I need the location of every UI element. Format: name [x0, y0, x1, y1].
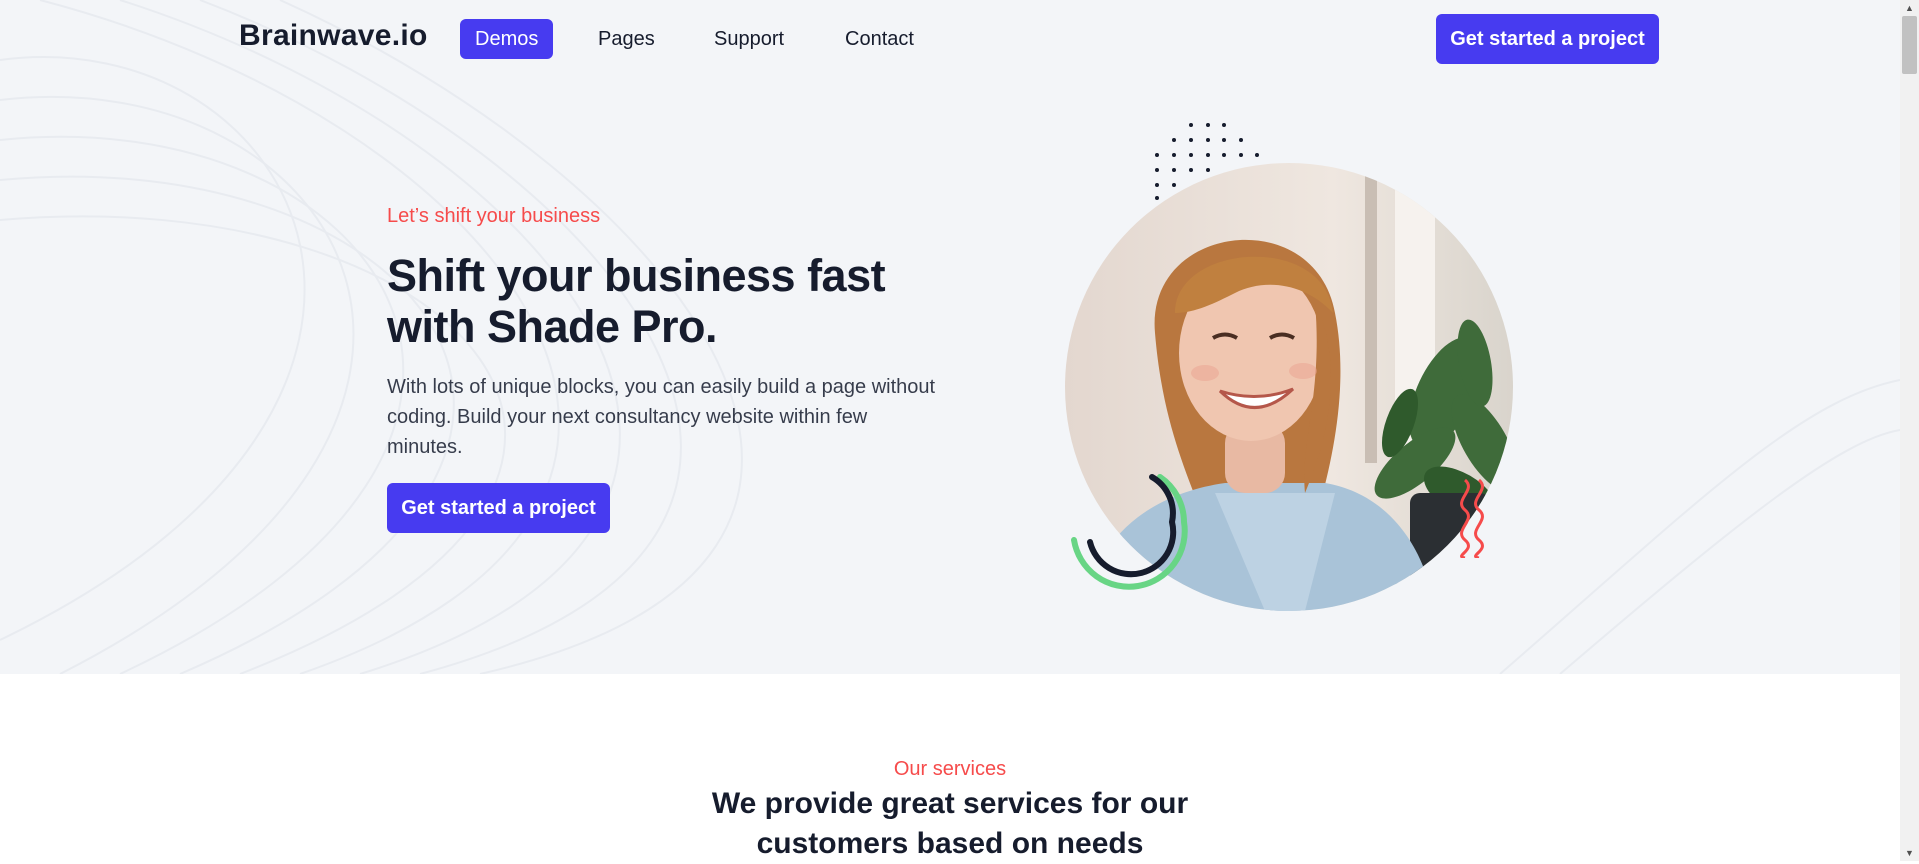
hero-description: With lots of unique blocks, you can easi… — [387, 376, 936, 458]
nav-item-support[interactable]: Support — [699, 19, 799, 59]
hero-get-started-button[interactable]: Get started a project — [387, 483, 610, 533]
vertical-scrollbar[interactable]: ▲ ▼ — [1900, 0, 1919, 861]
nav-item-contact[interactable]: Contact — [830, 19, 929, 59]
services-title-line-1: We provide great services for our — [711, 787, 1189, 820]
brand-logo[interactable]: Brainwave.io — [239, 19, 428, 53]
hero-section: Brainwave.io Demos Pages Support Contact… — [0, 0, 1900, 674]
hero-title: Shift your business fast with Shade Pro. — [387, 250, 886, 352]
scroll-down-arrow-icon[interactable]: ▼ — [1900, 845, 1919, 861]
services-title: We provide great services for our custom… — [0, 784, 1900, 864]
nav-item-demos[interactable]: Demos — [460, 19, 554, 59]
nav-item-pages[interactable]: Pages — [583, 19, 670, 59]
nav-get-started-button[interactable]: Get started a project — [1436, 14, 1659, 64]
scrollbar-thumb[interactable] — [1902, 16, 1917, 74]
scroll-up-arrow-icon[interactable]: ▲ — [1900, 0, 1919, 16]
services-eyebrow: Our services — [893, 758, 1007, 780]
services-title-line-2: customers based on needs — [756, 827, 1144, 860]
hero-eyebrow: Let’s shift your business — [387, 205, 601, 227]
circle-arc-decoration — [1071, 474, 1188, 590]
wave-line-decoration — [1460, 478, 1484, 558]
background-curves — [0, 0, 1900, 674]
